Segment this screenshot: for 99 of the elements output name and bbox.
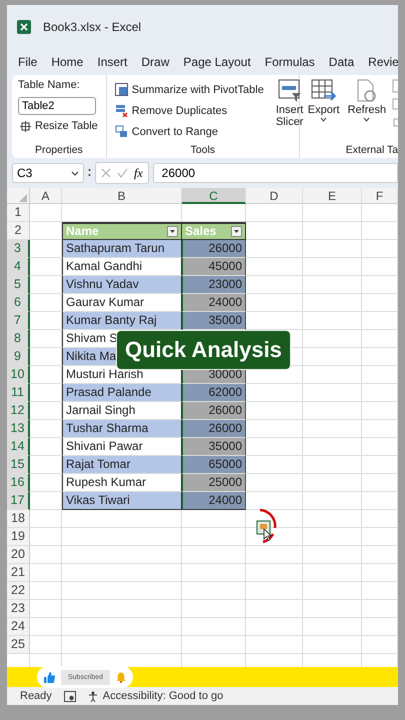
- chevron-down-icon: [71, 170, 79, 176]
- table-cell: 24000: [182, 492, 246, 510]
- accessibility-icon: [88, 690, 100, 702]
- row-header[interactable]: 21: [7, 564, 30, 582]
- row-header[interactable]: 13: [7, 420, 30, 438]
- table-cell: 26000: [182, 240, 246, 258]
- table-cell: Sathapuram Tarun: [62, 240, 182, 258]
- table-cell: Prasad Palande: [62, 384, 182, 402]
- row-header[interactable]: 25: [7, 636, 30, 654]
- row-header[interactable]: 15: [7, 456, 30, 474]
- menu-tab[interactable]: Insert: [90, 53, 134, 71]
- column-header[interactable]: C: [182, 188, 246, 204]
- table-cell: Tushar Sharma: [62, 420, 182, 438]
- pivottable-button[interactable]: Summarize with PivotTable: [112, 83, 266, 96]
- column-header[interactable]: D: [246, 188, 303, 204]
- cell-reference: C3: [17, 166, 32, 180]
- table-header-text: Name: [66, 224, 99, 239]
- caption-banner: Quick Analysis: [116, 330, 291, 370]
- caret-icon: [320, 117, 328, 122]
- column-header[interactable]: A: [30, 188, 62, 204]
- row-header[interactable]: 5: [7, 276, 30, 294]
- row-header[interactable]: 17: [7, 492, 30, 510]
- menu-tab[interactable]: Page Layout: [176, 53, 258, 71]
- check-icon[interactable]: [117, 168, 128, 178]
- table-cell: 26000: [182, 420, 246, 438]
- window-title: Book3.xlsx - Excel: [43, 20, 142, 34]
- export-button[interactable]: Export: [306, 79, 342, 129]
- row-header[interactable]: 1: [7, 204, 30, 222]
- row-header[interactable]: 24: [7, 618, 30, 636]
- more-icon[interactable]: [88, 168, 91, 178]
- name-box[interactable]: C3: [12, 163, 84, 183]
- table-cell: Kumar Banty Raj: [62, 312, 182, 330]
- bell-icon[interactable]: [116, 672, 126, 682]
- thumbs-up-icon[interactable]: [44, 672, 55, 682]
- remove-duplicates-button[interactable]: Remove Duplicates: [112, 104, 230, 117]
- table-cell: 65000: [182, 456, 246, 474]
- menu-tab[interactable]: Draw: [134, 53, 176, 71]
- group-label: External Ta: [344, 144, 398, 156]
- refresh-icon: [356, 79, 378, 103]
- convert-to-range-button[interactable]: Convert to Range: [112, 125, 220, 138]
- group-label: Properties: [34, 144, 84, 156]
- table-cell: 45000: [182, 258, 246, 276]
- row-header[interactable]: 23: [7, 600, 30, 618]
- refresh-button[interactable]: Refresh: [346, 79, 388, 129]
- column-header[interactable]: E: [303, 188, 362, 204]
- column-header[interactable]: F: [362, 188, 398, 204]
- table-cell: Rajat Tomar: [62, 456, 182, 474]
- menu-tab[interactable]: Data: [322, 53, 362, 71]
- resize-table-button[interactable]: Resize Table: [18, 120, 100, 132]
- row-header[interactable]: 20: [7, 546, 30, 564]
- row-header[interactable]: 16: [7, 474, 30, 492]
- filter-dropdown-icon[interactable]: [167, 226, 178, 237]
- convert-range-icon: [114, 125, 128, 138]
- function-icon[interactable]: fx: [134, 166, 143, 180]
- menu-tab[interactable]: Home: [44, 53, 90, 71]
- table-cell: 62000: [182, 384, 246, 402]
- slicer-icon: [278, 79, 302, 103]
- table-cell: 35000: [182, 438, 246, 456]
- row-header[interactable]: 14: [7, 438, 30, 456]
- caret-icon: [363, 117, 370, 122]
- row-header[interactable]: 4: [7, 258, 30, 276]
- excel-logo-icon: [17, 20, 31, 34]
- table-cell: 24000: [182, 294, 246, 312]
- table-cell: 25000: [182, 474, 246, 492]
- table-cell: 26000: [182, 402, 246, 420]
- table-header-text: Sales: [185, 224, 216, 239]
- table-cell: 23000: [182, 276, 246, 294]
- row-header[interactable]: 11: [7, 384, 30, 402]
- resize-icon: [20, 120, 31, 132]
- table-name-field[interactable]: Table2: [18, 97, 96, 115]
- column-header[interactable]: B: [62, 188, 182, 204]
- row-header[interactable]: 18: [7, 510, 30, 528]
- menu-tab[interactable]: File: [11, 53, 44, 71]
- row-header[interactable]: 10: [7, 366, 30, 384]
- row-header[interactable]: 22: [7, 582, 30, 600]
- remove-duplicates-icon: [114, 104, 128, 117]
- row-header[interactable]: 9: [7, 348, 30, 366]
- menu-tab[interactable]: Formulas: [258, 53, 322, 71]
- row-header[interactable]: 19: [7, 528, 30, 546]
- table-cell: Vikas Tiwari: [62, 492, 182, 510]
- row-header[interactable]: 8: [7, 330, 30, 348]
- formula-field[interactable]: 26000: [152, 163, 398, 183]
- table-cell: Vishnu Yadav: [62, 276, 182, 294]
- insert-slicer-button[interactable]: Insert Slicer: [274, 79, 306, 142]
- pivot-table-icon: [114, 83, 128, 96]
- table-cell: 35000: [182, 312, 246, 330]
- row-header[interactable]: 12: [7, 402, 30, 420]
- table-name-label: Table Name:: [18, 79, 81, 93]
- row-header[interactable]: 6: [7, 294, 30, 312]
- group-label: Tools: [190, 144, 216, 156]
- row-header[interactable]: 2: [7, 222, 30, 240]
- filter-dropdown-icon[interactable]: [231, 226, 242, 237]
- row-header[interactable]: 7: [7, 312, 30, 330]
- status-text: Ready: [20, 690, 52, 702]
- row-header[interactable]: 3: [7, 240, 30, 258]
- macro-recorder-icon[interactable]: [64, 690, 76, 702]
- menu-tab[interactable]: Revie: [361, 53, 398, 71]
- table-export-icon: [310, 79, 337, 103]
- accessibility-status[interactable]: Accessibility: Good to go: [88, 690, 224, 702]
